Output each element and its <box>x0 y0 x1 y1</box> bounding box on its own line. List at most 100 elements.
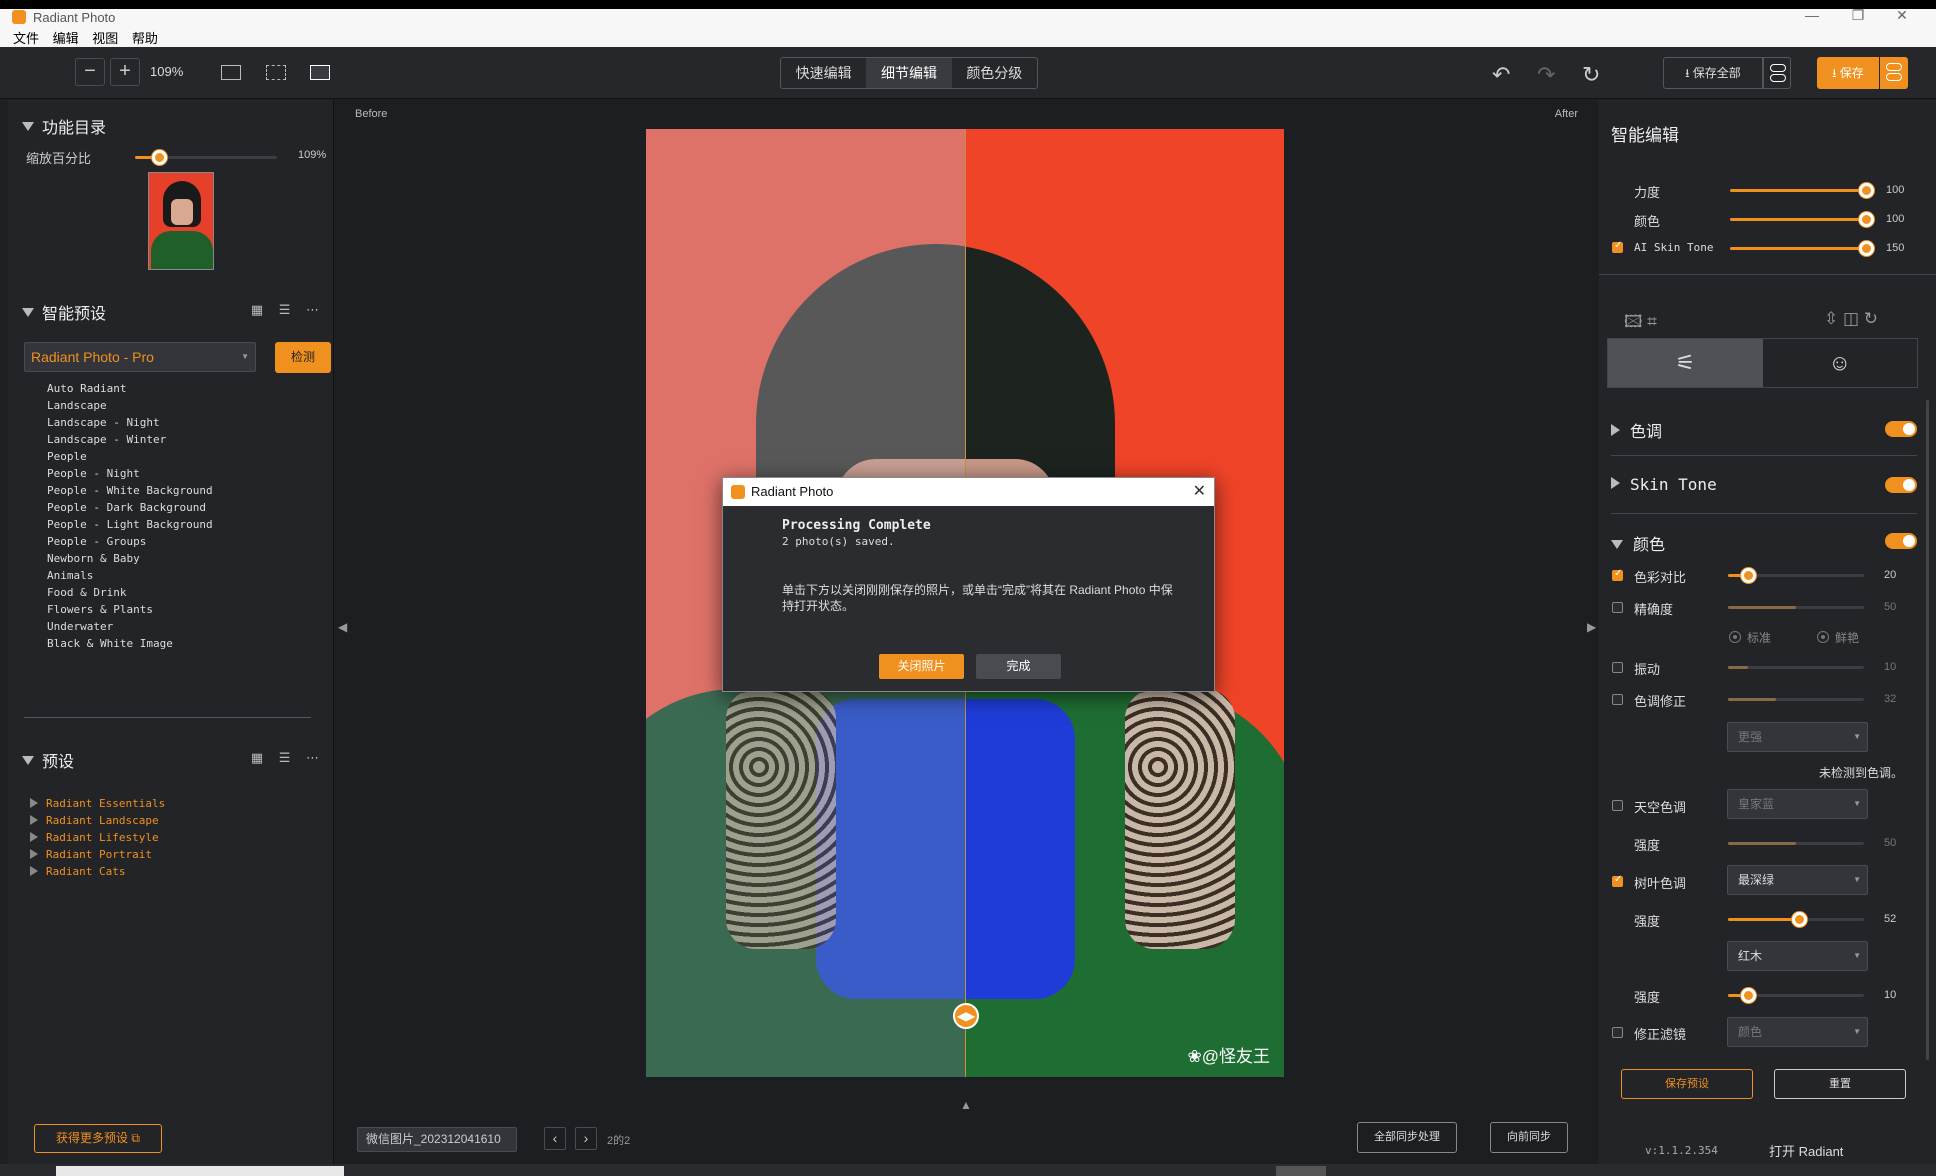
tint-strength-select[interactable]: 更强 ▼ <box>1727 722 1868 752</box>
smart-preset-item[interactable]: People - Dark Background <box>47 499 213 516</box>
smart-preset-item[interactable]: Newborn & Baby <box>47 550 213 567</box>
tint-correction-slider[interactable] <box>1728 698 1864 701</box>
save-preset-button[interactable]: 保存预设 <box>1621 1069 1753 1099</box>
single-view-icon[interactable] <box>221 65 241 80</box>
radio-standard[interactable] <box>1729 631 1741 643</box>
tab-detail-edit[interactable]: 细节编辑 <box>866 58 952 88</box>
split-handle-icon[interactable]: ◀▶ <box>953 1003 979 1029</box>
prev-photo-button[interactable]: ‹ <box>544 1127 566 1150</box>
correction-filter-checkbox[interactable] <box>1612 1027 1623 1038</box>
preset-group-item[interactable]: Radiant Cats <box>30 863 165 880</box>
view-options-icons[interactable]: ▦ ☰ ⋯ <box>251 750 325 766</box>
smart-preset-item[interactable]: People - Light Background <box>47 516 213 533</box>
smart-preset-item[interactable]: Landscape <box>47 397 213 414</box>
photo-thumbnail[interactable] <box>148 172 214 270</box>
tone-section-header[interactable]: 色调 <box>1611 418 1662 442</box>
slider-knob[interactable] <box>1741 568 1757 583</box>
tab-adjustments-icon[interactable]: ⚟ <box>1608 339 1763 387</box>
presets-section-header[interactable]: 预设 <box>22 748 74 772</box>
smart-preset-item[interactable]: People <box>47 448 213 465</box>
reset-button[interactable]: 重置 <box>1774 1069 1906 1099</box>
filmstrip-toggle-icon[interactable]: ▲ <box>960 1098 972 1112</box>
zoom-percent-slider[interactable] <box>135 150 277 165</box>
slider-knob[interactable] <box>1741 988 1757 1003</box>
smart-preset-item[interactable]: Flowers & Plants <box>47 601 213 618</box>
tab-quick-edit[interactable]: 快速编辑 <box>781 58 866 88</box>
wood-tone-select[interactable]: 红木 ▼ <box>1727 941 1868 971</box>
ai-skin-tone-slider[interactable] <box>1730 241 1874 256</box>
smart-preset-item[interactable]: People - Groups <box>47 533 213 550</box>
minimize-button[interactable]: — <box>1792 7 1832 23</box>
preset-group-item[interactable]: Radiant Lifestyle <box>30 829 165 846</box>
zoom-out-button[interactable]: − <box>75 58 105 86</box>
smart-preset-item[interactable]: Black & White Image <box>47 635 213 652</box>
color-slider[interactable] <box>1730 212 1874 227</box>
done-button[interactable]: 完成 <box>976 654 1061 679</box>
side-by-side-view-icon[interactable] <box>266 65 286 80</box>
tone-toggle[interactable] <box>1885 421 1917 437</box>
strength-slider[interactable] <box>1730 183 1874 198</box>
slider-knob[interactable] <box>152 150 168 165</box>
smart-preset-item[interactable]: Landscape - Winter <box>47 431 213 448</box>
menu-help[interactable]: 帮助 <box>132 28 158 47</box>
sync-previous-button[interactable]: 向前同步 <box>1490 1122 1568 1153</box>
refresh-icon[interactable]: ↻ <box>1582 62 1600 88</box>
precision-slider[interactable] <box>1728 606 1864 609</box>
save-all-options-button[interactable] <box>1763 57 1791 89</box>
ai-skin-tone-checkbox[interactable] <box>1612 240 1623 253</box>
preset-group-item[interactable]: Radiant Landscape <box>30 812 165 829</box>
scroll-segment[interactable] <box>1276 1166 1326 1176</box>
precision-checkbox[interactable] <box>1612 602 1623 613</box>
color-toggle[interactable] <box>1885 533 1917 549</box>
close-icon[interactable]: ✕ <box>1193 478 1206 506</box>
zoom-in-button[interactable]: + <box>110 58 140 86</box>
smart-preset-section-header[interactable]: 智能预设 <box>22 300 106 324</box>
foliage-tone-checkbox[interactable] <box>1612 874 1623 887</box>
tab-portrait-icon[interactable]: ☺ <box>1763 339 1918 387</box>
preset-group-item[interactable]: Radiant Essentials <box>30 795 165 812</box>
smart-preset-item[interactable]: People - Night <box>47 465 213 482</box>
save-options-button[interactable] <box>1880 57 1908 89</box>
color-section-header[interactable]: 颜色 <box>1611 531 1665 555</box>
radio-vivid[interactable] <box>1817 631 1829 643</box>
slider-knob[interactable] <box>1859 183 1874 198</box>
close-window-button[interactable]: ✕ <box>1882 7 1922 24</box>
detect-button[interactable]: 检测 <box>275 342 331 373</box>
wood-strength-slider[interactable] <box>1728 988 1864 1003</box>
image-crop-icons[interactable]: 🖾 ⌗ <box>1624 309 1657 338</box>
tint-correction-checkbox[interactable] <box>1612 694 1623 705</box>
transform-icons[interactable]: ⇳ ◫ ↻ <box>1824 309 1878 329</box>
skin-tone-toggle[interactable] <box>1885 477 1917 493</box>
save-all-button[interactable]: ⭳ 保存全部 <box>1663 57 1763 89</box>
contrast-checkbox[interactable] <box>1612 568 1623 581</box>
menu-view[interactable]: 视图 <box>92 28 118 47</box>
split-view-icon[interactable] <box>310 65 330 80</box>
menu-edit[interactable]: 编辑 <box>53 28 79 47</box>
tab-color-grading[interactable]: 颜色分级 <box>952 58 1037 88</box>
menu-file[interactable]: 文件 <box>13 28 39 47</box>
sky-tone-select[interactable]: 皇家蓝 ▼ <box>1727 789 1868 819</box>
prev-panel-arrow-icon[interactable]: ◀ <box>338 620 347 634</box>
file-selector[interactable]: 微信图片_202312041610 <box>357 1127 517 1152</box>
open-radiant-link[interactable]: 打开 Radiant <box>1769 1141 1843 1160</box>
maximize-button[interactable]: ❐ <box>1838 7 1878 24</box>
foliage-tone-select[interactable]: 最深绿 ▼ <box>1727 865 1868 895</box>
save-button[interactable]: ⭳ 保存 <box>1817 57 1879 89</box>
vibrance-checkbox[interactable] <box>1612 662 1623 673</box>
catalog-section-header[interactable]: 功能目录 <box>22 114 106 138</box>
slider-knob[interactable] <box>1859 212 1874 227</box>
sync-all-button[interactable]: 全部同步处理 <box>1357 1122 1457 1153</box>
redo-icon[interactable]: ↷ <box>1537 62 1555 88</box>
smart-preset-item[interactable]: Auto Radiant <box>47 380 213 397</box>
next-photo-button[interactable]: › <box>575 1127 597 1150</box>
preset-dropdown[interactable]: Radiant Photo - Pro ▼ <box>24 342 256 372</box>
sky-strength-slider[interactable] <box>1728 842 1864 845</box>
sky-tone-checkbox[interactable] <box>1612 800 1623 811</box>
close-photos-button[interactable]: 关闭照片 <box>879 654 964 679</box>
get-more-presets-button[interactable]: 获得更多预设 ⧉ <box>34 1124 162 1153</box>
slider-knob[interactable] <box>1791 912 1807 927</box>
smart-preset-item[interactable]: Animals <box>47 567 213 584</box>
smart-preset-item[interactable]: Food & Drink <box>47 584 213 601</box>
slider-knob[interactable] <box>1859 241 1874 256</box>
next-panel-arrow-icon[interactable]: ▶ <box>1587 620 1596 634</box>
